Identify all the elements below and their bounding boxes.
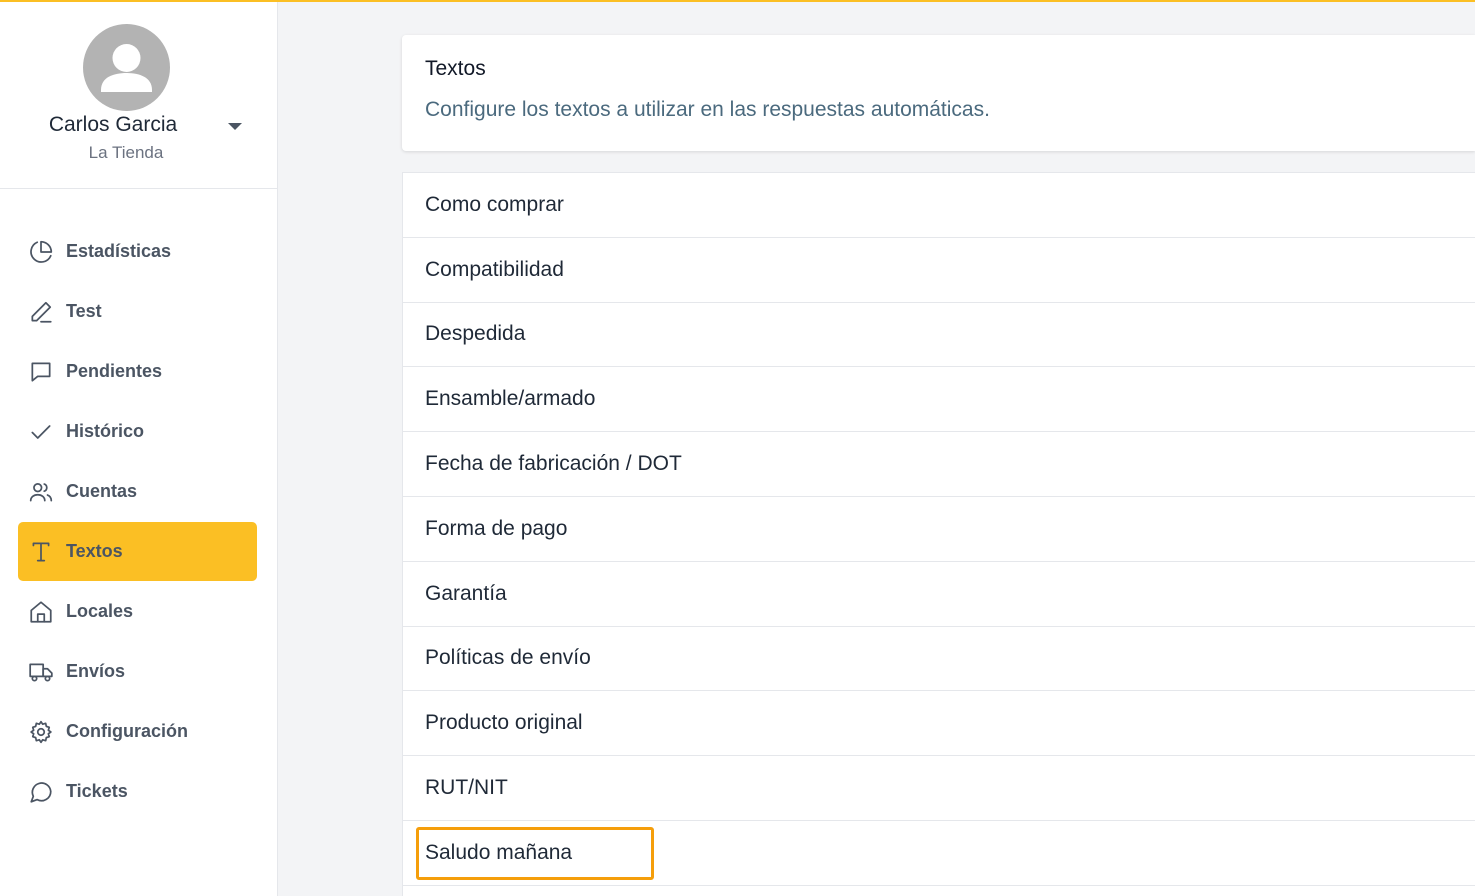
list-item-label: Saludo mañana: [425, 840, 573, 864]
sidebar-item-label: Test: [66, 301, 102, 321]
chevron-down-icon[interactable]: [228, 123, 242, 130]
list-item[interactable]: Compatibilidad: [403, 238, 1475, 303]
list-item-label: Producto original: [425, 711, 583, 735]
sidebar-item-tickets[interactable]: Tickets: [18, 762, 257, 821]
sidebar-item-configuracion[interactable]: Configuración: [18, 702, 257, 761]
list-item-label: Como comprar: [425, 192, 564, 216]
sidebar-item-label: Pendientes: [66, 361, 163, 381]
list-item-label: Políticas de envío: [425, 646, 591, 670]
sidebar-item-historico[interactable]: Histórico: [18, 402, 257, 461]
truck-icon: [28, 659, 54, 685]
list-item[interactable]: Ensamble/armado: [403, 367, 1475, 433]
list-item[interactable]: Políticas de envío: [403, 627, 1475, 692]
list-item[interactable]: Garantía: [403, 562, 1475, 627]
list-item[interactable]: Forma de pago: [403, 497, 1475, 562]
user-icon: [101, 44, 152, 92]
sidebar-item-label: Tickets: [66, 781, 128, 801]
sidebar-item-cuentas[interactable]: Cuentas: [18, 462, 257, 521]
list-item[interactable]: Saludo mañana: [403, 821, 1475, 886]
sidebar-nav: Estadísticas Test Pendientes Histórico C…: [18, 222, 257, 822]
sidebar-item-test[interactable]: Test: [18, 282, 257, 341]
gear-icon: [28, 719, 54, 745]
user-name: Carlos Garcia: [48, 113, 178, 136]
list-item[interactable]: Despedida: [403, 303, 1475, 368]
list-item[interactable]: RUT/NIT: [403, 756, 1475, 821]
sidebar: Carlos Garcia La Tienda Estadísticas Tes…: [0, 0, 278, 896]
list-item-label: Forma de pago: [425, 516, 568, 540]
message-circle-icon: [28, 779, 54, 805]
list-item-label: Garantía: [425, 581, 507, 605]
page-header-card: Textos Configure los textos a utilizar e…: [402, 35, 1475, 151]
sidebar-item-label: Estadísticas: [66, 241, 172, 261]
list-item[interactable]: Producto original: [403, 691, 1475, 757]
pie-chart-icon: [28, 239, 54, 265]
list-item-label: Ensamble/armado: [425, 387, 596, 411]
sidebar-item-label: Envíos: [66, 661, 126, 681]
type-icon: [28, 539, 54, 565]
sidebar-item-label: Cuentas: [66, 481, 138, 501]
list-item-label: RUT/NIT: [425, 776, 508, 800]
list-item-label: Despedida: [425, 322, 526, 346]
check-icon: [28, 419, 54, 445]
list-item[interactable]: Como comprar: [403, 173, 1475, 238]
sidebar-item-label: Configuración: [66, 721, 188, 741]
list-item[interactable]: Fecha de fabricación / DOT: [403, 432, 1475, 497]
top-accent-bar: [0, 0, 1475, 2]
sidebar-item-locales[interactable]: Locales: [18, 582, 257, 641]
user-profile: Carlos Garcia La Tienda: [0, 0, 277, 189]
sidebar-item-estadisticas[interactable]: Estadísticas: [18, 222, 257, 281]
message-square-icon: [28, 359, 54, 385]
page-title: Textos: [425, 57, 486, 80]
pencil-icon: [28, 299, 54, 325]
texts-list: Como comprar Compatibilidad Despedida En…: [402, 172, 1475, 896]
sidebar-item-pendientes[interactable]: Pendientes: [18, 342, 257, 401]
store-name: La Tienda: [88, 143, 164, 162]
sidebar-item-label: Textos: [66, 541, 123, 561]
list-item-label: Fecha de fabricación / DOT: [425, 452, 682, 476]
sidebar-item-label: Histórico: [66, 421, 145, 441]
avatar[interactable]: [83, 24, 170, 111]
sidebar-item-envios[interactable]: Envíos: [18, 642, 257, 701]
page-description: Configure los textos a utilizar en las r…: [425, 98, 990, 121]
sidebar-item-textos[interactable]: Textos: [18, 522, 257, 581]
list-item-label: Compatibilidad: [425, 257, 564, 281]
home-icon: [28, 599, 54, 625]
sidebar-item-label: Locales: [66, 601, 134, 621]
users-icon: [28, 479, 54, 505]
